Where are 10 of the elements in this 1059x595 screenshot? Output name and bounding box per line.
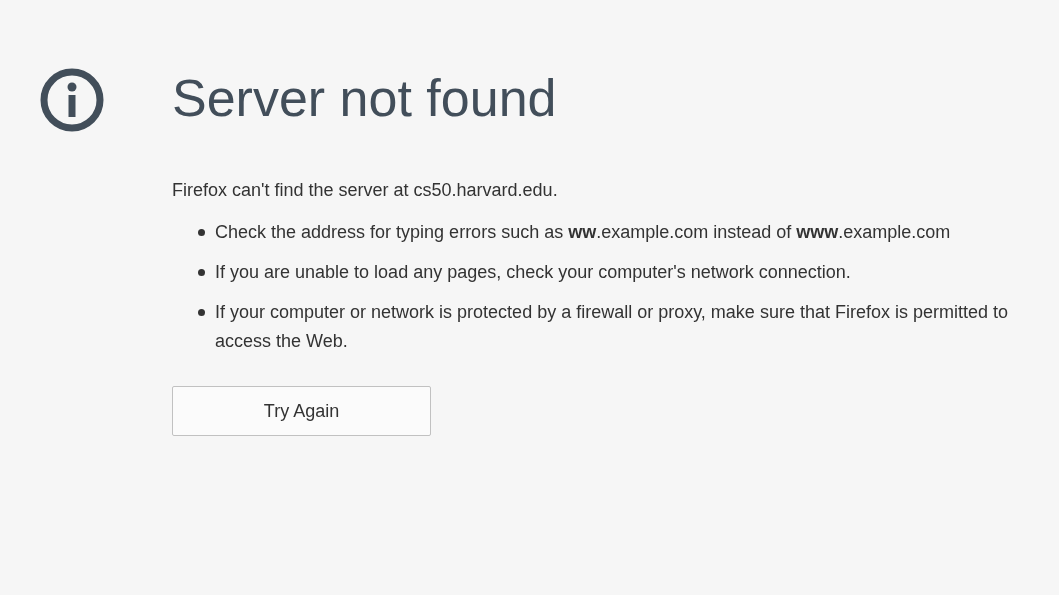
bullet-icon xyxy=(198,309,205,316)
page-title: Server not found xyxy=(172,68,557,128)
suggestion-text: Check the address for typing errors such as ww.example.com instead of www.example.com xyxy=(215,221,951,244)
error-description: Firefox can't find the server at cs50.harvard.edu. xyxy=(172,179,558,202)
info-icon xyxy=(40,68,104,132)
bullet-icon xyxy=(198,229,205,236)
bullet-icon xyxy=(198,269,205,276)
suggestion-text: If your computer or network is protected by a firewall or proxy, make sure that Firefox is permitted to access the Web. xyxy=(215,301,1009,353)
try-again-button[interactable]: Try Again xyxy=(172,386,431,436)
suggestion-text: If you are unable to load any pages, check your computer's network connection. xyxy=(215,261,851,284)
